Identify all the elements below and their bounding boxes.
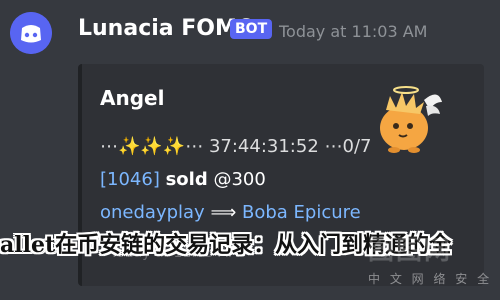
angel-creature-thumbnail[interactable]	[366, 80, 446, 160]
seller-name[interactable]: onedayplay	[100, 202, 205, 223]
sale-price: @300	[213, 169, 266, 190]
embed-sale-line: [1046] sold @300	[100, 169, 266, 190]
watermark-subtitle: 中 文 网 络 安 全	[368, 272, 493, 286]
discord-logo-icon	[10, 12, 52, 54]
message-timestamp[interactable]: Today at 11:03 AM	[279, 22, 427, 41]
embed-transfer-line: onedayplay ⟹ Boba Epicure	[100, 202, 361, 223]
item-id: [1046]	[100, 169, 160, 190]
discord-message-view: Lunacia FOMO BOT Today at 11:03 AM Angel…	[0, 0, 500, 300]
bot-avatar[interactable]	[10, 12, 52, 54]
embed-status-line: ⋯✨✨✨⋯ 37:44:31:52 ⋯0/7	[100, 136, 372, 157]
author-name[interactable]: Lunacia FOMO	[78, 16, 256, 41]
buyer-name[interactable]: Boba Epicure	[242, 202, 361, 223]
bot-badge: BOT	[230, 19, 273, 39]
sold-label: sold	[165, 169, 208, 190]
embed-title: Angel	[100, 86, 165, 110]
watermark-logo: 图图网	[368, 236, 453, 266]
transfer-arrow-icon: ⟹	[210, 202, 237, 223]
